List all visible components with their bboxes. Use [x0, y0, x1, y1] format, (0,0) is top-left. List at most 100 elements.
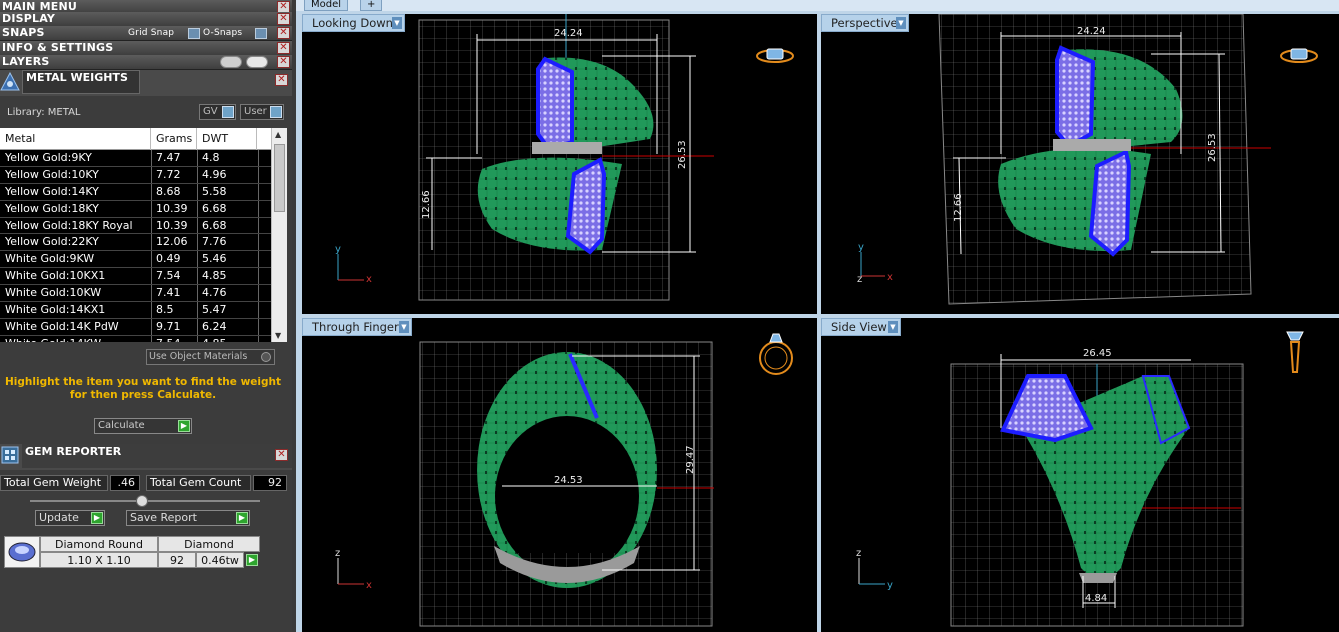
play-icon: ▶: [236, 512, 248, 524]
table-row[interactable]: White Gold:14K PdW 9.71 6.24: [0, 318, 271, 336]
metal-name-cell: Yellow Gold:10KY: [5, 167, 99, 181]
viewport-looking-down[interactable]: 24.24 26.53 12.66 y x Looking Down ▼: [302, 14, 817, 314]
dwt-cell: 5.47: [202, 303, 227, 317]
viewport-mode-dropdown[interactable]: Through Finger ▼: [302, 318, 412, 336]
dim-height-label: 26.53: [677, 140, 688, 169]
info-settings-header[interactable]: INFO & SETTINGS ✕: [0, 41, 292, 56]
table-row[interactable]: Yellow Gold:18KY Royal 10.39 6.68: [0, 217, 271, 235]
grid-snap-toggle[interactable]: [188, 28, 200, 39]
close-icon[interactable]: ✕: [277, 27, 290, 39]
display-header[interactable]: DISPLAY ✕: [0, 12, 292, 27]
column-divider: [197, 150, 198, 166]
viewport-perspective[interactable]: 24.24 26.53 12.66 y x z Perspective ▼: [821, 14, 1339, 314]
tab-model[interactable]: Model: [304, 0, 349, 11]
dim-bottom-label: 4.84: [1085, 593, 1107, 604]
metal-weights-table[interactable]: Metal Grams DWT Yellow Gold:9KY 7.47 4.8 Ye…: [0, 128, 287, 342]
grams-cell: 7.72: [156, 167, 181, 181]
radio-icon[interactable]: [261, 352, 271, 362]
eye-icon[interactable]: [246, 56, 268, 68]
column-divider: [151, 166, 152, 183]
close-icon[interactable]: ✕: [277, 42, 290, 54]
table-row[interactable]: Yellow Gold:9KY 7.47 4.8: [0, 150, 271, 167]
layer-visibility-icon[interactable]: [220, 56, 242, 68]
scroll-up-icon[interactable]: ▲: [275, 130, 281, 139]
column-divider: [258, 335, 259, 342]
table-row[interactable]: Yellow Gold:22KY 12.06 7.76: [0, 234, 271, 252]
snaps-header[interactable]: SNAPS Grid Snap O-Snaps ✕: [0, 26, 292, 41]
ring-perspective-icon: [1280, 48, 1318, 63]
axis-x-label: x: [887, 272, 893, 283]
viewport-through-finger[interactable]: 24.53 29.47 z x Through Finger ▼: [302, 318, 817, 632]
layers-header[interactable]: LAYERS ✕: [0, 55, 292, 70]
close-icon[interactable]: ✕: [277, 56, 290, 68]
table-row[interactable]: Yellow Gold:14KY 8.68 5.58: [0, 183, 271, 201]
close-icon[interactable]: ✕: [275, 74, 288, 86]
scroll-thumb[interactable]: [274, 144, 285, 212]
gem-list-row[interactable]: Diamond Round Diamond 1.10 X 1.10 92 0.4…: [2, 534, 260, 570]
scroll-down-icon[interactable]: ▼: [275, 331, 281, 340]
metal-name-cell: White Gold:14K PdW: [5, 319, 119, 333]
save-report-button[interactable]: Save Report ▶: [126, 510, 250, 526]
axis-x-label: x: [366, 580, 372, 591]
chevron-down-icon: ▼: [399, 321, 409, 333]
gem-shape-cell: Diamond Round: [40, 536, 158, 552]
info-icon: [270, 106, 282, 118]
display-label: DISPLAY: [2, 12, 56, 25]
gv-library-button[interactable]: GV: [199, 104, 236, 120]
column-divider: [197, 217, 198, 234]
column-header-metal[interactable]: Metal: [0, 128, 151, 150]
column-divider: [197, 285, 198, 302]
metal-name-cell: White Gold:10KW: [5, 286, 102, 300]
through-finger-scene: 24.53 29.47 z x: [335, 341, 714, 627]
ring-front-icon: [759, 333, 793, 375]
update-button[interactable]: Update ▶: [35, 510, 105, 526]
o-snaps-toggle[interactable]: [255, 28, 267, 39]
viewport-mode-dropdown[interactable]: Looking Down ▼: [302, 14, 405, 32]
column-divider: [151, 335, 152, 342]
column-divider: [197, 268, 198, 285]
axis-y-label: y: [887, 580, 893, 591]
close-icon[interactable]: ✕: [275, 449, 288, 461]
viewport-mode-dropdown[interactable]: Side View ▼: [821, 318, 901, 336]
user-library-button[interactable]: User: [240, 104, 284, 120]
column-header-dwt[interactable]: DWT: [197, 128, 257, 150]
calculate-button[interactable]: Calculate ▶: [94, 418, 192, 434]
perspective-scene: 24.24 26.53 12.66 y x z: [857, 14, 1271, 305]
gem-reporter-header: GEM REPORTER ✕: [0, 444, 292, 470]
metal-name-cell: White Gold:14KW: [0, 336, 101, 342]
column-divider: [151, 217, 152, 234]
gem-size-cell: 1.10 X 1.10: [40, 552, 158, 568]
column-divider: [151, 234, 152, 251]
metal-weights-header: METAL WEIGHTS ✕: [0, 70, 292, 96]
user-label: User: [244, 106, 267, 117]
table-row[interactable]: Yellow Gold:10KY 7.72 4.96: [0, 166, 271, 184]
column-divider: [258, 166, 259, 183]
viewport-area: Model + 24.24 26.53 12.66 y x Looking Do…: [296, 0, 1339, 632]
table-row[interactable]: White Gold:14KW 7.54 4.85: [0, 335, 271, 342]
axis-y-label: y: [335, 244, 341, 255]
table-scrollbar[interactable]: ▲ ▼: [271, 128, 287, 342]
table-row[interactable]: White Gold:9KW 0.49 5.46: [0, 251, 271, 269]
gem-material-cell: Diamond: [158, 536, 260, 552]
tab-add[interactable]: +: [360, 0, 383, 11]
column-divider: [258, 285, 259, 302]
table-row[interactable]: White Gold:14KX1 8.5 5.47: [0, 302, 271, 319]
column-header-grams[interactable]: Grams: [151, 128, 197, 150]
close-icon[interactable]: ✕: [277, 13, 290, 25]
slider-knob[interactable]: [136, 495, 148, 507]
table-row[interactable]: White Gold:10KX1 7.54 4.85: [0, 268, 271, 286]
play-icon[interactable]: ▶: [246, 554, 258, 566]
table-row[interactable]: Yellow Gold:18KY 10.39 6.68: [0, 200, 271, 218]
dwt-cell: 5.58: [202, 184, 227, 198]
table-row[interactable]: White Gold:10KW 7.41 4.76: [0, 285, 271, 303]
dim-width-label: 24.24: [554, 28, 583, 39]
viewport-side-view[interactable]: 26.45 4.84 z y Side View ▼: [821, 318, 1339, 632]
use-object-materials-option[interactable]: Use Object Materials: [146, 349, 275, 365]
gem-reporter-title: GEM REPORTER: [22, 444, 292, 468]
update-label: Update: [39, 511, 79, 524]
column-divider: [197, 318, 198, 335]
viewport-mode-dropdown[interactable]: Perspective ▼: [821, 14, 909, 32]
viewport-mode-label: Perspective: [831, 16, 898, 30]
gem-slider[interactable]: [30, 495, 260, 507]
gem-reporter-panel: Total Gem Weight .46 Total Gem Count 92 …: [0, 470, 292, 632]
